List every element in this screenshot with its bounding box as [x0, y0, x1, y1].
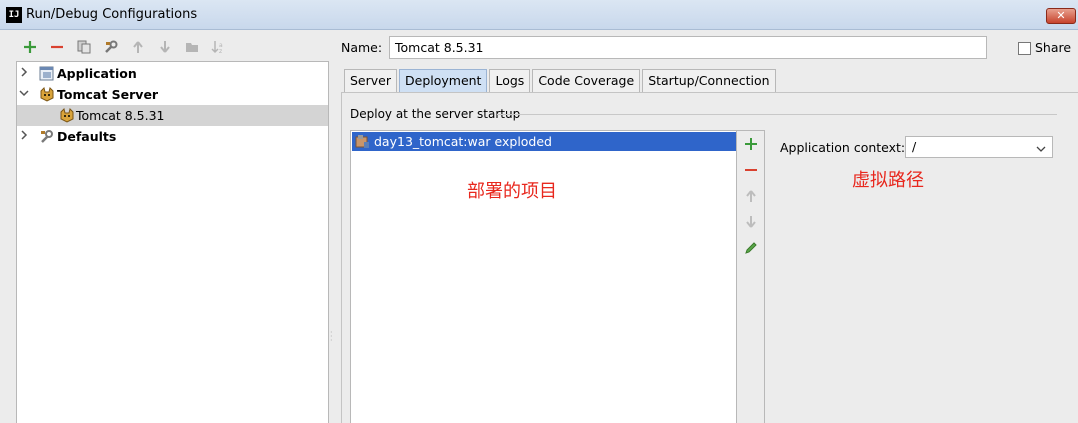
- folder-icon[interactable]: [178, 37, 205, 57]
- window-title: Run/Debug Configurations: [26, 7, 198, 22]
- tomcat-icon: [59, 108, 75, 126]
- tree-item-tomcat-server[interactable]: Tomcat Server: [17, 84, 328, 105]
- move-down-icon[interactable]: [741, 212, 761, 232]
- artifact-toolbar: [737, 130, 765, 423]
- edit-pencil-icon[interactable]: [741, 238, 761, 258]
- configuration-tree: Application Tomcat Server Tomcat 8.5.31 …: [16, 61, 329, 423]
- tree-item-defaults[interactable]: Defaults: [17, 126, 328, 147]
- move-up-icon[interactable]: [741, 186, 761, 206]
- chevron-right-icon[interactable]: [20, 130, 28, 143]
- annotation-deployed-project: 部署的项目: [467, 181, 557, 202]
- artifact-label: day13_tomcat:war exploded: [374, 134, 552, 149]
- tab-code-coverage[interactable]: Code Coverage: [532, 69, 641, 92]
- intellij-logo-icon: IJ: [6, 7, 22, 23]
- move-up-icon[interactable]: [124, 37, 151, 57]
- add-icon[interactable]: [16, 37, 43, 57]
- tab-deployment[interactable]: Deployment: [399, 69, 488, 92]
- tree-item-tomcat-8-5-31[interactable]: Tomcat 8.5.31: [17, 105, 328, 126]
- chevron-right-icon[interactable]: [20, 67, 28, 80]
- close-button[interactable]: ✕: [1046, 8, 1076, 24]
- tree-item-label: Defaults: [57, 129, 117, 144]
- tree-item-application[interactable]: Application: [17, 63, 328, 84]
- tab-server[interactable]: Server: [344, 69, 397, 92]
- chevron-down-icon: [1036, 141, 1046, 156]
- tab-startup-connection[interactable]: Startup/Connection: [642, 69, 776, 92]
- tree-item-label: Application: [57, 66, 137, 81]
- wrench-icon[interactable]: [97, 37, 124, 57]
- wrench-icon: [39, 129, 54, 147]
- deploy-group-title: Deploy at the server startup: [350, 107, 521, 121]
- annotation-virtual-path: 虚拟路径: [852, 170, 924, 191]
- tab-logs[interactable]: Logs: [489, 69, 531, 92]
- tree-item-label: Tomcat Server: [57, 87, 159, 102]
- copy-icon[interactable]: [70, 37, 97, 57]
- share-checkbox[interactable]: [1018, 42, 1031, 55]
- config-toolbar: az: [16, 37, 232, 57]
- title-bar: IJ Run/Debug Configurations ✕: [0, 0, 1078, 30]
- share-label: Share: [1035, 40, 1072, 55]
- remove-icon[interactable]: [43, 37, 70, 57]
- add-icon[interactable]: [741, 134, 761, 154]
- name-label: Name:: [341, 40, 383, 55]
- tab-bar: Server Deployment Logs Code Coverage Sta…: [344, 69, 778, 92]
- name-field[interactable]: Tomcat 8.5.31: [389, 36, 987, 59]
- application-context-value: /: [912, 139, 917, 154]
- artifact-icon: [355, 134, 370, 149]
- artifact-list[interactable]: day13_tomcat:war exploded: [350, 130, 737, 423]
- tomcat-icon: [39, 87, 55, 105]
- list-item[interactable]: day13_tomcat:war exploded: [352, 132, 736, 151]
- application-icon: [39, 66, 54, 84]
- sort-icon[interactable]: az: [205, 37, 232, 57]
- panel-splitter[interactable]: · · ·: [330, 329, 333, 345]
- application-context-label: Application context:: [780, 140, 906, 155]
- remove-icon[interactable]: [741, 160, 761, 180]
- svg-text:z: z: [219, 48, 222, 54]
- move-down-icon[interactable]: [151, 37, 178, 57]
- group-divider: [497, 114, 1057, 115]
- chevron-down-icon[interactable]: [19, 89, 29, 100]
- application-context-select[interactable]: /: [905, 136, 1053, 158]
- tree-item-label: Tomcat 8.5.31: [76, 108, 165, 123]
